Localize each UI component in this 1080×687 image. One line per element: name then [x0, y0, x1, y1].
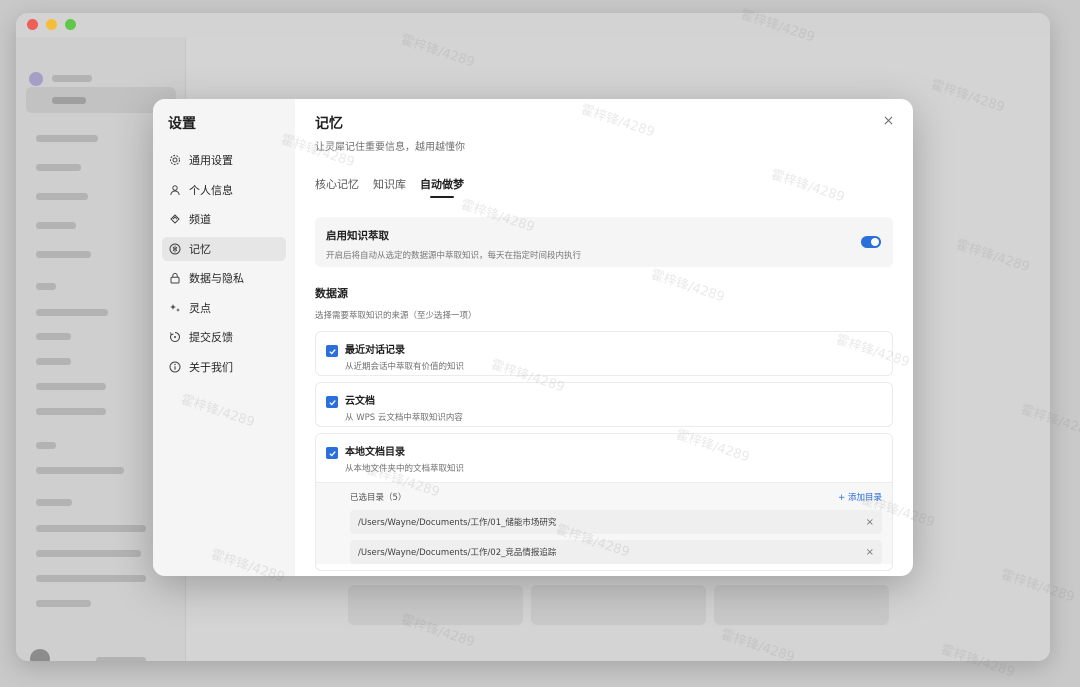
check-icon: [328, 399, 336, 406]
check-icon: [328, 348, 336, 355]
dir-path: /Users/Wayne/Documents/工作/02_竞品情报追踪: [358, 548, 557, 558]
tab-core-memory[interactable]: 核心记忆: [315, 176, 359, 197]
add-directory-button[interactable]: + 添加目录: [838, 491, 882, 503]
zoom-window-button[interactable]: [65, 19, 76, 30]
window-controls: [27, 19, 76, 30]
lock-icon: [168, 271, 182, 285]
nav-item-about[interactable]: 关于我们: [162, 355, 286, 379]
source-card-cloud-docs: 云文档 从 WPS 云文档中萃取知识内容: [315, 382, 893, 427]
dir-path: /Users/Wayne/Documents/工作/01_储能市场研究: [358, 518, 557, 528]
nav-item-feedback[interactable]: 提交反馈: [162, 325, 286, 349]
settings-title: 设置: [168, 116, 196, 132]
selected-dirs-header: 已选目录（5） + 添加目录: [350, 491, 882, 503]
remove-dir-button[interactable]: ×: [866, 517, 874, 528]
nav-item-label: 通用设置: [189, 154, 233, 167]
user-avatar[interactable]: [30, 649, 50, 661]
source-title: 本地文档目录: [345, 447, 405, 458]
source-card-recent-chats: 最近对话记录 从近期会话中萃取有价值的知识: [315, 331, 893, 376]
recent-chats-checkbox[interactable]: [326, 345, 338, 357]
settings-sidebar: 设置 通用设置 个人信息 频道 记忆 数据与隐私 灵点 提交反馈 关于我们: [153, 99, 295, 576]
dir-row: /Users/Wayne/Documents/工作/01_储能市场研究 ×: [350, 510, 882, 534]
memory-tabs: 核心记忆 知识库 自动做梦: [315, 176, 893, 198]
source-desc: 从近期会话中萃取有价值的知识: [345, 362, 465, 372]
nav-item-label: 数据与隐私: [189, 272, 244, 285]
memory-icon: [168, 242, 182, 256]
page-subtitle: 让灵犀记住重要信息，越用越懂你: [315, 142, 465, 153]
nav-item-general[interactable]: 通用设置: [162, 148, 286, 172]
source-desc: 从本地文件夹中的文档萃取知识: [345, 464, 465, 474]
toggle-card-title: 启用知识萃取: [326, 230, 389, 242]
close-window-button[interactable]: [27, 19, 38, 30]
page-title: 记忆: [315, 116, 343, 132]
tab-auto-dream[interactable]: 自动做梦: [420, 176, 464, 198]
nav-item-privacy[interactable]: 数据与隐私: [162, 266, 286, 290]
nav-item-label: 频道: [189, 213, 211, 226]
nav-item-memory[interactable]: 记忆: [162, 236, 286, 261]
source-title: 云文档: [345, 396, 375, 407]
info-icon: [168, 360, 182, 374]
feedback-icon: [168, 330, 182, 344]
selected-dirs-panel: 已选目录（5） + 添加目录 /Users/Wayne/Documents/工作…: [316, 482, 892, 564]
knowledge-extraction-card: 启用知识萃取 开启后将自动从选定的数据源中萃取知识，每天在指定时间段内执行: [315, 217, 893, 267]
selected-dirs-label: 已选目录（5）: [350, 493, 407, 503]
nav-item-lingdian[interactable]: 灵点: [162, 296, 286, 320]
nav-item-label: 灵点: [189, 301, 211, 315]
local-dirs-checkbox[interactable]: [326, 447, 338, 459]
settings-content: 记忆 让灵犀记住重要信息，越用越懂你 核心记忆 知识库 自动做梦 启用知识萃取 …: [295, 99, 913, 576]
knowledge-extraction-toggle[interactable]: [861, 236, 881, 248]
nav-item-channel[interactable]: 频道: [162, 207, 286, 231]
nav-item-label: 关于我们: [189, 360, 233, 374]
cloud-docs-checkbox[interactable]: [326, 396, 338, 408]
gear-icon: [168, 153, 182, 167]
app-logo: [29, 72, 43, 86]
dir-row: /Users/Wayne/Documents/工作/02_竞品情报追踪 ×: [350, 540, 882, 564]
nav-item-label: 记忆: [189, 242, 211, 256]
data-source-desc: 选择需要萃取知识的来源（至少选择一项）: [315, 311, 477, 321]
check-icon: [328, 450, 336, 457]
channel-icon: [168, 212, 182, 226]
settings-dialog: 设置 通用设置 个人信息 频道 记忆 数据与隐私 灵点 提交反馈 关于我们 记忆…: [153, 99, 913, 576]
close-icon: [884, 116, 892, 124]
toggle-card-desc: 开启后将自动从选定的数据源中萃取知识，每天在指定时间段内执行: [326, 251, 582, 261]
title-bar: [16, 13, 1050, 37]
nav-item-profile[interactable]: 个人信息: [162, 178, 286, 202]
nav-item-label: 提交反馈: [189, 331, 233, 344]
data-source-title: 数据源: [315, 287, 348, 300]
close-dialog-button[interactable]: [881, 113, 895, 127]
minimize-window-button[interactable]: [46, 19, 57, 30]
source-title: 最近对话记录: [345, 345, 405, 356]
nav-item-label: 个人信息: [189, 183, 233, 197]
sparkle-icon: [168, 301, 182, 315]
source-desc: 从 WPS 云文档中萃取知识内容: [345, 413, 463, 423]
source-card-local-dirs: 本地文档目录 从本地文件夹中的文档萃取知识 已选目录（5） + 添加目录 /Us…: [315, 433, 893, 571]
user-icon: [168, 183, 182, 197]
remove-dir-button[interactable]: ×: [866, 547, 874, 558]
tab-knowledge-base[interactable]: 知识库: [373, 176, 406, 197]
